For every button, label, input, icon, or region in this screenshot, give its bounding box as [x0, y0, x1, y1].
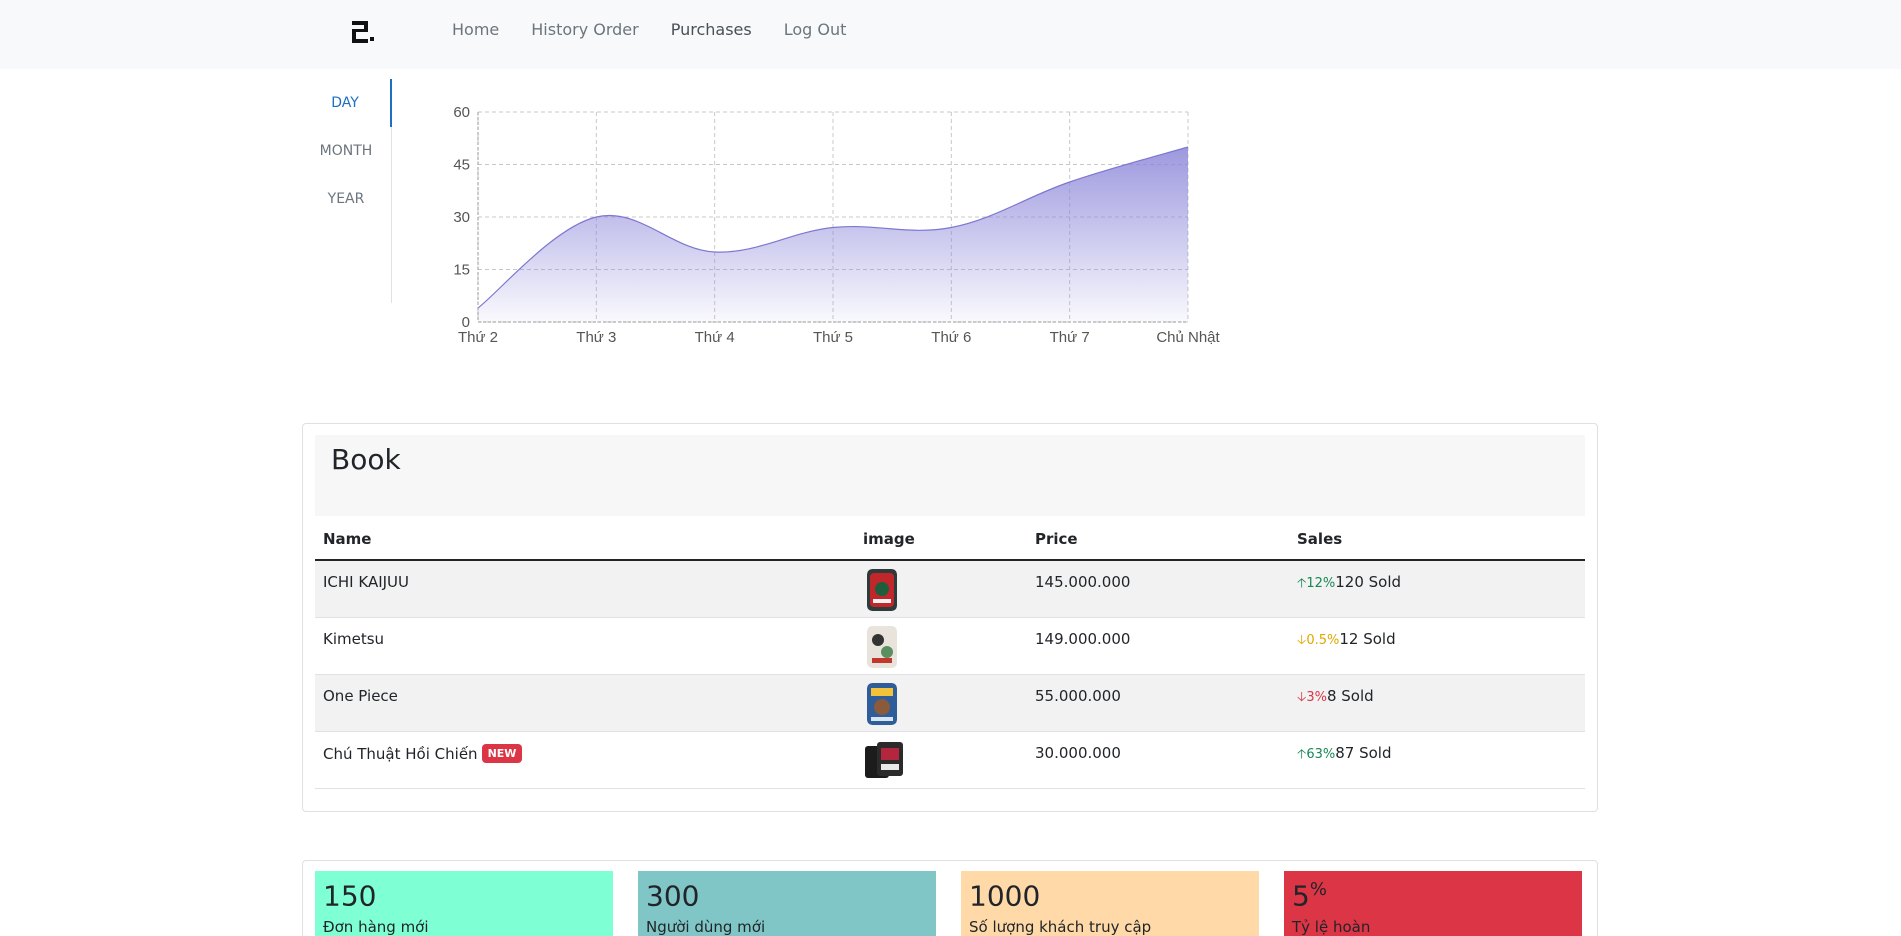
book-sales: 🡣3%8 Sold: [1297, 687, 1374, 705]
book-card-header: Book: [315, 435, 1585, 516]
stat-label: Số lượng khách truy cập: [969, 918, 1152, 936]
tab-month[interactable]: MONTH: [300, 127, 392, 175]
x-tick-label: Thứ 7: [1050, 329, 1090, 346]
brand-logo-icon[interactable]: [346, 17, 376, 47]
book-title: Book: [331, 443, 401, 476]
stat-label: Đơn hàng mới: [323, 918, 429, 936]
arrow-up-icon: 🡡: [1297, 576, 1307, 591]
book-name: ICHI KAIJUU: [323, 573, 410, 591]
new-badge: NEW: [481, 744, 523, 763]
book-cover-image: [865, 742, 903, 778]
y-tick-label: 30: [453, 209, 470, 226]
stat-value: 300: [646, 879, 700, 913]
stat-new-users: 300 Người dùng mới: [638, 871, 936, 936]
stats-card: 150 Đơn hàng mới 300 Người dùng mới 1000…: [302, 860, 1598, 936]
y-tick-label: 60: [453, 104, 470, 121]
arrow-up-icon: 🡡: [1297, 747, 1307, 762]
stat-value: 150: [323, 879, 377, 913]
stat-value: 1000: [969, 879, 1041, 913]
book-name: Kimetsu: [323, 630, 385, 648]
column-header-sales: Sales: [1297, 530, 1343, 548]
table-row[interactable]: One Piece 55.000.000 🡣3%8 Sold: [315, 675, 1585, 732]
area-fill: [478, 147, 1188, 322]
tab-day[interactable]: DAY: [300, 79, 392, 127]
stat-unit: %: [1309, 879, 1327, 900]
book-sales: 🡡12%120 Sold: [1297, 573, 1402, 591]
book-price: 55.000.000: [1035, 687, 1121, 705]
book-table: Name image Price Sales ICHI KAIJUU 145.0…: [315, 516, 1585, 789]
x-tick-label: Thứ 6: [931, 329, 971, 346]
stat-value: 5: [1292, 879, 1310, 913]
book-name: One Piece: [323, 687, 398, 705]
x-tick-label: Chủ Nhật: [1156, 329, 1220, 346]
book-sales: 🡡63%87 Sold: [1297, 744, 1392, 762]
stat-label: Người dùng mới: [646, 918, 766, 936]
book-price: 149.000.000: [1035, 630, 1131, 648]
nav-purchases-link[interactable]: Purchases: [671, 20, 752, 39]
x-tick-label: Thứ 2: [458, 329, 498, 346]
book-card: Book Name image Price Sales ICHI KAIJUU …: [302, 423, 1598, 812]
book-name: Chú Thuật Hồi Chiến NEW: [323, 744, 523, 763]
nav-logout-link[interactable]: Log Out: [784, 20, 847, 39]
table-row[interactable]: ICHI KAIJUU 145.000.000 🡡12%120 Sold: [315, 561, 1585, 618]
y-tick-label: 45: [453, 157, 470, 174]
table-row[interactable]: Chú Thuật Hồi Chiến NEW 30.000.000 🡡63%87…: [315, 732, 1585, 789]
stat-label: Tỷ lệ hoàn: [1292, 918, 1371, 936]
top-navbar: Home History Order Purchases Log Out: [0, 0, 1901, 69]
period-tabs: DAY MONTH YEAR: [300, 79, 392, 303]
book-cover-image: [867, 683, 897, 725]
stat-new-orders: 150 Đơn hàng mới: [315, 871, 613, 936]
book-price: 145.000.000: [1035, 573, 1131, 591]
y-tick-label: 15: [453, 262, 470, 279]
book-sales: 🡣0.5%12 Sold: [1297, 630, 1396, 648]
arrow-down-icon: 🡣: [1297, 690, 1307, 705]
nav-history-order-link[interactable]: History Order: [531, 20, 638, 39]
x-tick-label: Thứ 3: [576, 329, 616, 346]
sales-area-chart: 015304560Thứ 2 Thứ 3 Thứ 4 Thứ 5 Thứ 6 Thứ 7C…: [453, 104, 1220, 346]
nav-home-link[interactable]: Home: [452, 20, 499, 39]
stat-bounce-rate: 5% Tỷ lệ hoàn: [1284, 871, 1582, 936]
book-cover-image: [867, 626, 897, 668]
column-header-image: image: [863, 530, 915, 548]
table-header: Name image Price Sales: [315, 516, 1585, 561]
stat-visitors: 1000 Số lượng khách truy cập: [961, 871, 1259, 936]
tab-year[interactable]: YEAR: [300, 175, 392, 223]
x-tick-label: Thứ 4: [695, 329, 735, 346]
x-tick-label: Thứ 5: [813, 329, 853, 346]
column-header-price: Price: [1035, 530, 1078, 548]
column-header-name: Name: [323, 530, 372, 548]
book-cover-image: [867, 569, 897, 611]
arrow-down-icon: 🡣: [1297, 633, 1307, 648]
table-row[interactable]: Kimetsu 149.000.000 🡣0.5%12 Sold: [315, 618, 1585, 675]
book-price: 30.000.000: [1035, 744, 1121, 762]
